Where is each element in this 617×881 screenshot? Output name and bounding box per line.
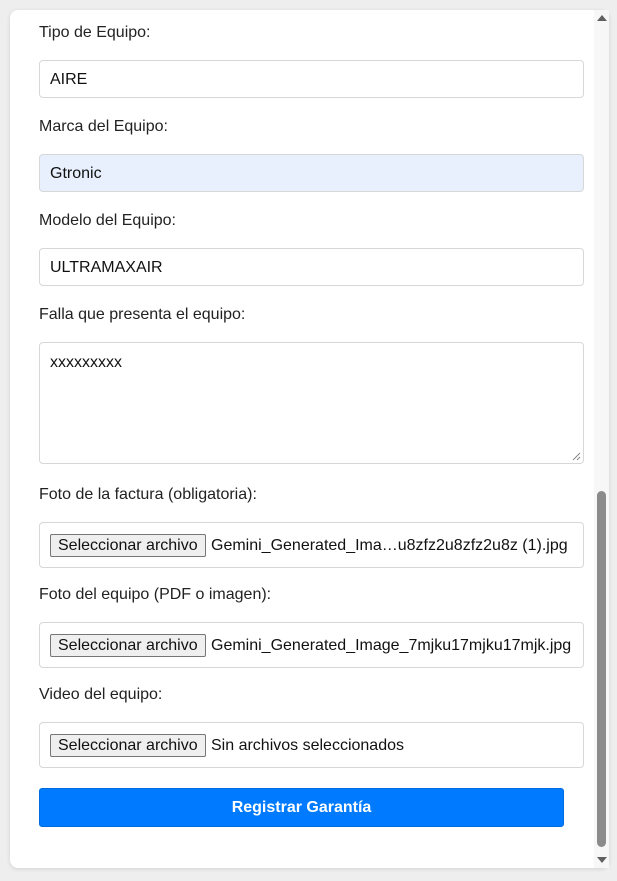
tipo-equipo-label: Tipo de Equipo:	[39, 24, 151, 41]
marca-equipo-input[interactable]: Gtronic	[39, 154, 584, 192]
marca-equipo-label: Marca del Equipo:	[39, 118, 168, 135]
foto-equipo-label: Foto del equipo (PDF o imagen):	[39, 586, 272, 603]
video-equipo-file-input[interactable]: Seleccionar archivo Sin archivos selecci…	[39, 722, 584, 768]
factura-file-input[interactable]: Seleccionar archivo Gemini_Generated_Ima…	[39, 522, 584, 568]
modelo-equipo-label: Modelo del Equipo:	[39, 212, 176, 229]
video-select-button[interactable]: Seleccionar archivo	[50, 734, 206, 757]
foto-select-button[interactable]: Seleccionar archivo	[50, 634, 206, 657]
scroll-up-arrow-icon[interactable]	[597, 15, 607, 21]
vertical-scrollbar[interactable]	[594, 10, 609, 868]
falla-equipo-textarea[interactable]: xxxxxxxxx	[39, 342, 584, 464]
foto-equipo-file-input[interactable]: Seleccionar archivo Gemini_Generated_Ima…	[39, 622, 584, 668]
falla-equipo-value: xxxxxxxxx	[50, 354, 122, 371]
tipo-equipo-value: AIRE	[50, 71, 88, 88]
falla-equipo-label: Falla que presenta el equipo:	[39, 306, 246, 323]
warranty-form-card: Tipo de Equipo: AIRE Marca del Equipo: G…	[10, 10, 609, 868]
modelo-equipo-input[interactable]: ULTRAMAXAIR	[39, 248, 584, 286]
scroll-down-arrow-icon[interactable]	[597, 857, 607, 863]
registrar-garantia-button[interactable]: Registrar Garantía	[39, 788, 564, 827]
factura-label: Foto de la factura (obligatoria):	[39, 486, 257, 503]
factura-file-name: Gemini_Generated_Ima…u8zfz2u8zfz2u8z (1)…	[211, 537, 568, 554]
tipo-equipo-input[interactable]: AIRE	[39, 60, 584, 98]
modelo-equipo-value: ULTRAMAXAIR	[50, 259, 163, 276]
video-equipo-label: Video del equipo:	[39, 686, 163, 703]
factura-select-button[interactable]: Seleccionar archivo	[50, 534, 206, 557]
resize-grip-icon[interactable]	[572, 452, 581, 461]
video-file-name: Sin archivos seleccionados	[211, 737, 404, 754]
marca-equipo-value: Gtronic	[50, 165, 102, 182]
foto-file-name: Gemini_Generated_Image_7mjku17mjku17mjk.…	[211, 637, 572, 654]
scroll-thumb[interactable]	[597, 491, 606, 847]
